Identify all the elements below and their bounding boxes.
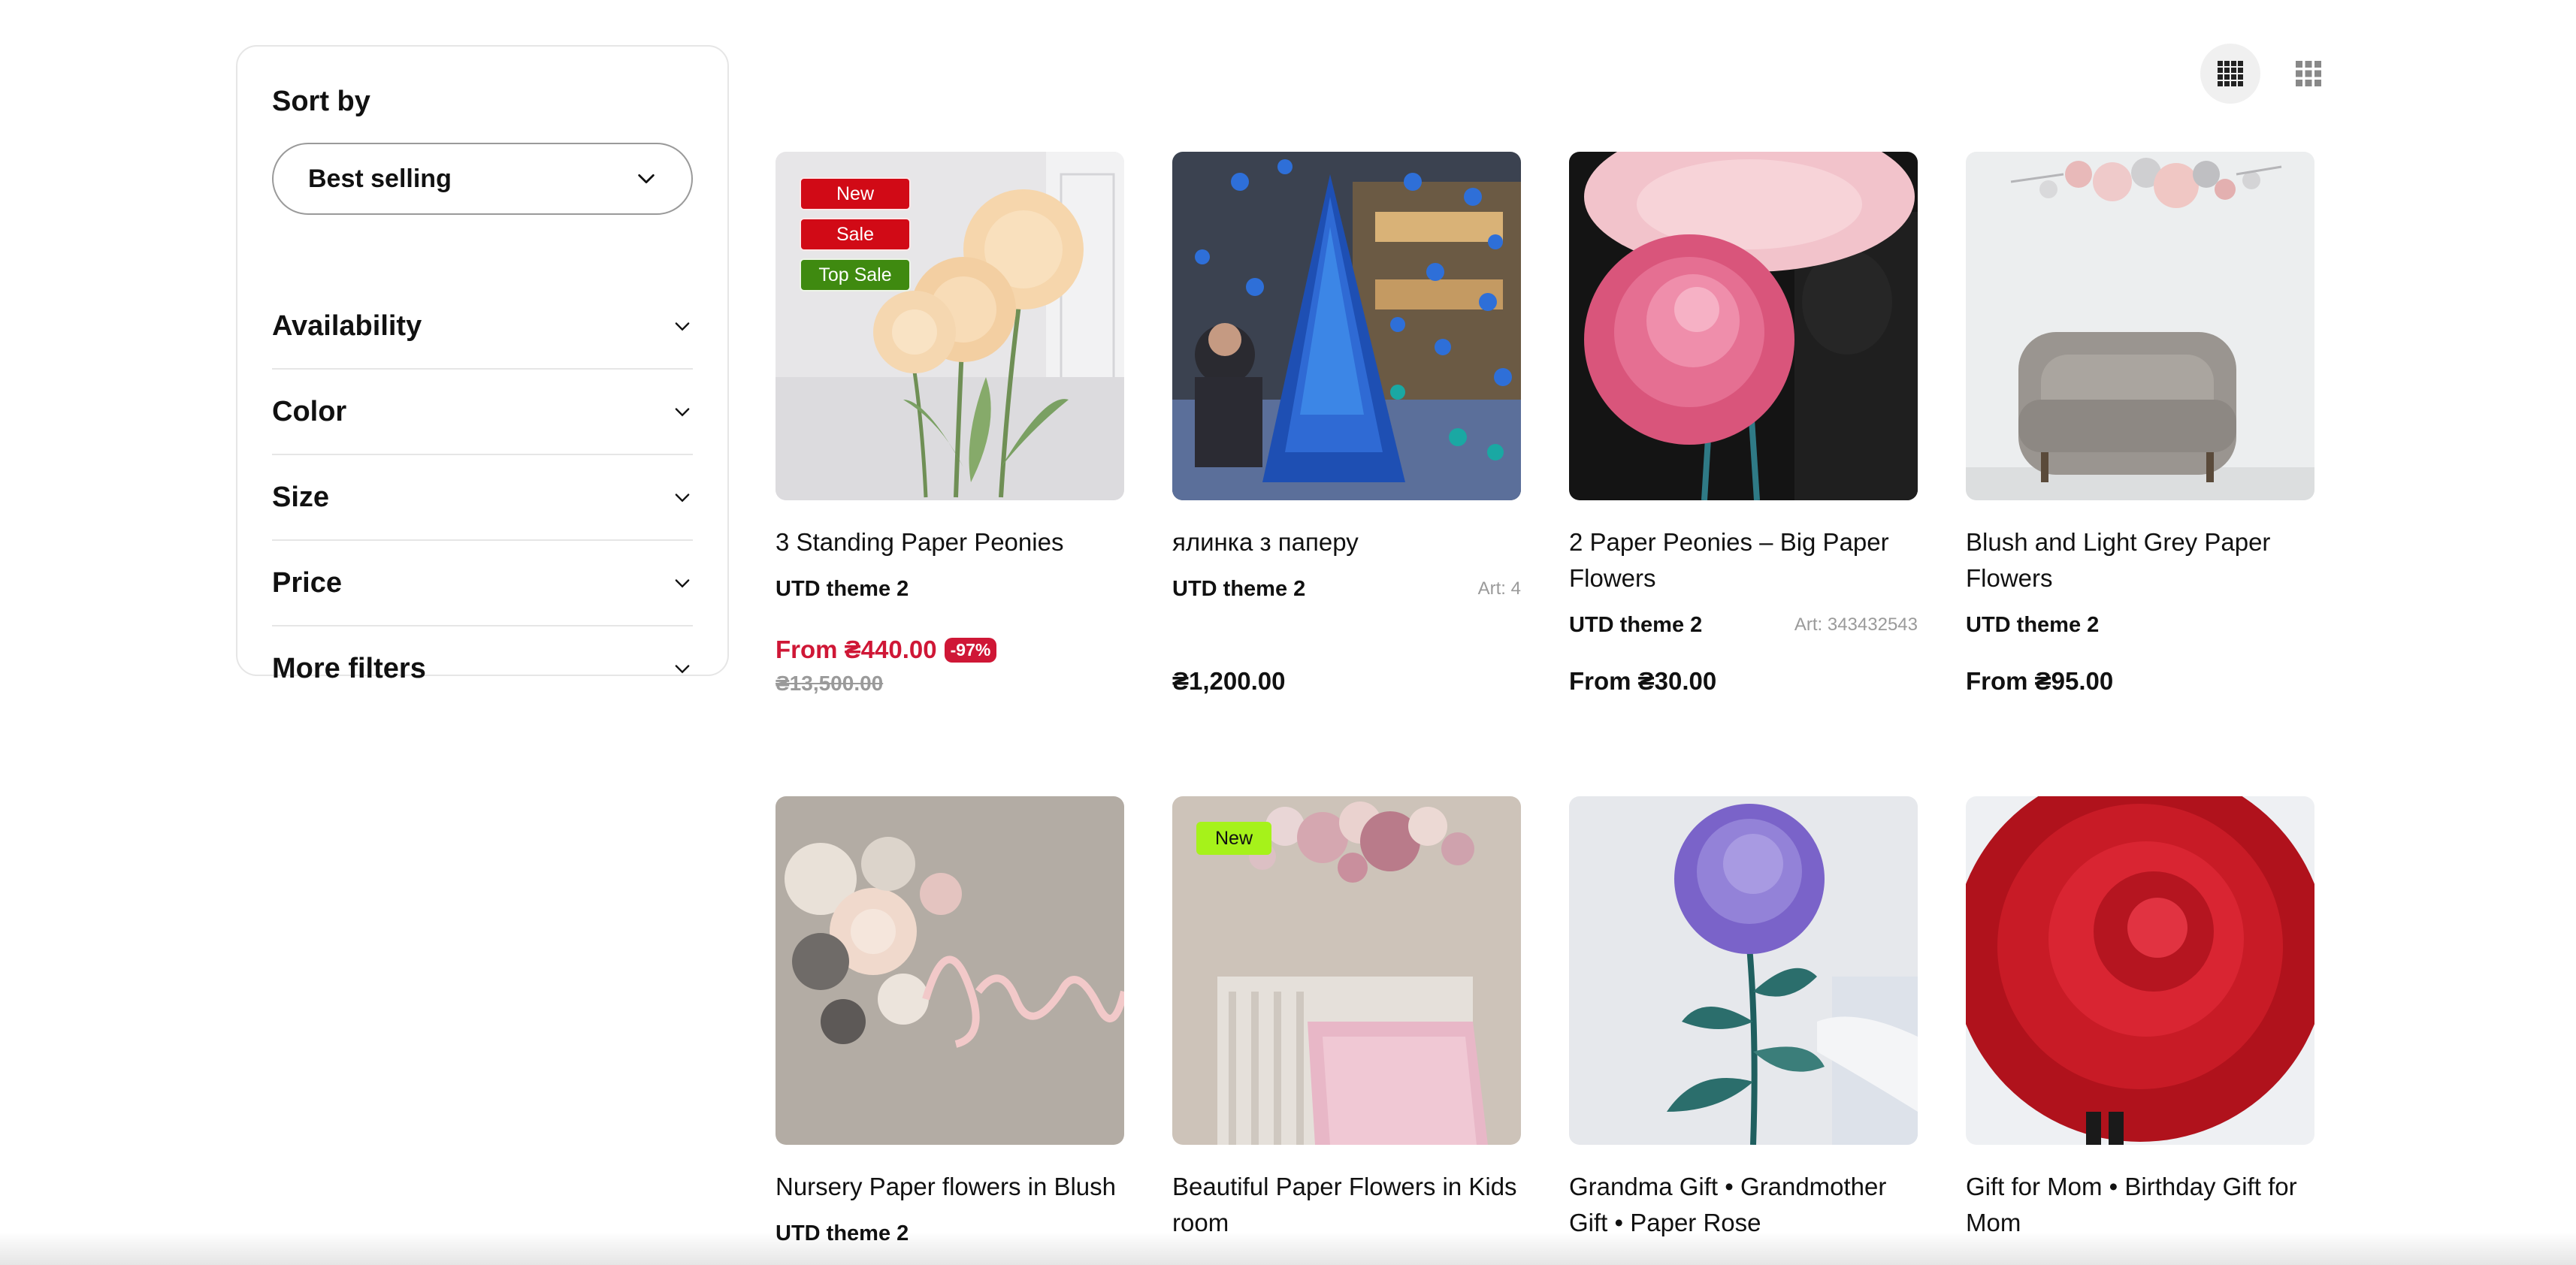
bottom-shadow [0, 1232, 2576, 1265]
sort-dropdown[interactable]: Best selling [272, 143, 693, 215]
chevron-down-icon [675, 494, 690, 503]
chevron-down-icon [638, 174, 655, 184]
filter-label: Color [272, 395, 347, 427]
product-price: From ₴30.00 [1569, 667, 1717, 695]
product-price: ₴1,200.00 [1172, 667, 1286, 695]
product-title[interactable]: Blush and Light Grey Paper Flowers [1966, 524, 2314, 596]
product-image[interactable] [1569, 152, 1918, 500]
product-article: Art: 343432543 [1794, 614, 1918, 635]
product-card[interactable]: Blush and Light Grey Paper Flowers UTD t… [1966, 152, 2314, 708]
product-card[interactable]: New Sale Top Sale 3 Standing Paper Peoni… [776, 152, 1124, 708]
sort-value: Best selling [308, 164, 452, 193]
product-article: Art: 4 [1477, 578, 1521, 599]
product-title[interactable]: ялинка з паперу [1172, 524, 1521, 560]
product-vendor: UTD theme 2 [776, 577, 909, 601]
filter-availability[interactable]: Availability [272, 284, 693, 368]
grid-4-icon [2218, 61, 2243, 86]
discount-badge: -97% [944, 637, 997, 663]
badge-label: New [836, 183, 874, 204]
product-card[interactable]: Nursery Paper flowers in Blush UTD theme… [776, 796, 1124, 1247]
product-vendor: UTD theme 2 [1966, 613, 2100, 637]
badge-label: Sale [836, 223, 875, 245]
product-card[interactable]: ялинка з паперу UTD theme 2 Art: 4 ₴1,20… [1172, 152, 1521, 708]
grid-3-icon [2296, 61, 2321, 86]
filter-label: Size [272, 481, 330, 513]
product-title[interactable]: Nursery Paper flowers in Blush [776, 1169, 1124, 1205]
filter-color[interactable]: Color [272, 370, 693, 454]
product-image[interactable] [1966, 152, 2314, 500]
filter-size[interactable]: Size [272, 455, 693, 539]
product-title[interactable]: 3 Standing Paper Peonies [776, 524, 1124, 560]
product-title[interactable]: Beautiful Paper Flowers in Kids room [1172, 1169, 1521, 1241]
grid-3-view-button[interactable] [2278, 44, 2339, 104]
sale-price: From ₴440.00 [776, 636, 937, 663]
badge-label: Top Sale [818, 264, 892, 285]
badge-label: New [1214, 827, 1253, 849]
nursery-flowers-name-image [776, 796, 1124, 1145]
product-image[interactable] [1569, 796, 1918, 1145]
product-title[interactable]: Grandma Gift • Grandmother Gift • Paper … [1569, 1169, 1918, 1241]
sort-title: Sort by [272, 86, 370, 117]
product-image[interactable] [1966, 796, 2314, 1145]
red-rose-image [1966, 796, 2314, 1145]
chevron-down-icon [675, 322, 690, 331]
filter-sidebar: Sort by Best selling Availability Color … [236, 45, 729, 684]
filter-label: Price [272, 566, 342, 599]
filter-label: Availability [272, 309, 422, 342]
product-title[interactable]: Gift for Mom • Birthday Gift for Mom [1966, 1169, 2314, 1241]
filter-price[interactable]: Price [272, 541, 693, 625]
compare-price: ₴13,500.00 [776, 672, 884, 695]
product-price: From ₴440.00 -97% [776, 636, 997, 664]
product-price: From ₴95.00 [1966, 667, 2114, 695]
product-vendor: UTD theme 2 [1172, 577, 1306, 601]
product-card[interactable]: Gift for Mom • Birthday Gift for Mom [1966, 796, 2314, 1247]
filter-more[interactable]: More filters [272, 626, 693, 711]
chevron-down-icon [675, 579, 690, 588]
product-image[interactable] [1172, 152, 1521, 500]
product-card[interactable]: 2 Paper Peonies – Big Paper Flowers UTD … [1569, 152, 1918, 708]
product-title[interactable]: 2 Paper Peonies – Big Paper Flowers [1569, 524, 1918, 596]
chevron-down-icon [675, 665, 690, 674]
paper-tree-image [1172, 152, 1521, 500]
pink-peonies-image [1569, 152, 1918, 500]
badge-new: New [1196, 822, 1271, 855]
blush-flowers-chair-image [1966, 152, 2314, 500]
product-card[interactable]: Grandma Gift • Grandmother Gift • Paper … [1569, 796, 1918, 1247]
product-card[interactable]: New Beautiful Paper Flowers in Kids room [1172, 796, 1521, 1247]
filter-label: More filters [272, 652, 426, 684]
purple-rose-image [1569, 796, 1918, 1145]
badge-sale: Sale [800, 218, 911, 251]
badge-top-sale: Top Sale [800, 258, 911, 291]
grid-4-view-button[interactable] [2200, 44, 2260, 104]
badge-new: New [800, 177, 911, 210]
product-image[interactable] [776, 796, 1124, 1145]
chevron-down-icon [675, 408, 690, 417]
product-vendor: UTD theme 2 [1569, 613, 1703, 637]
